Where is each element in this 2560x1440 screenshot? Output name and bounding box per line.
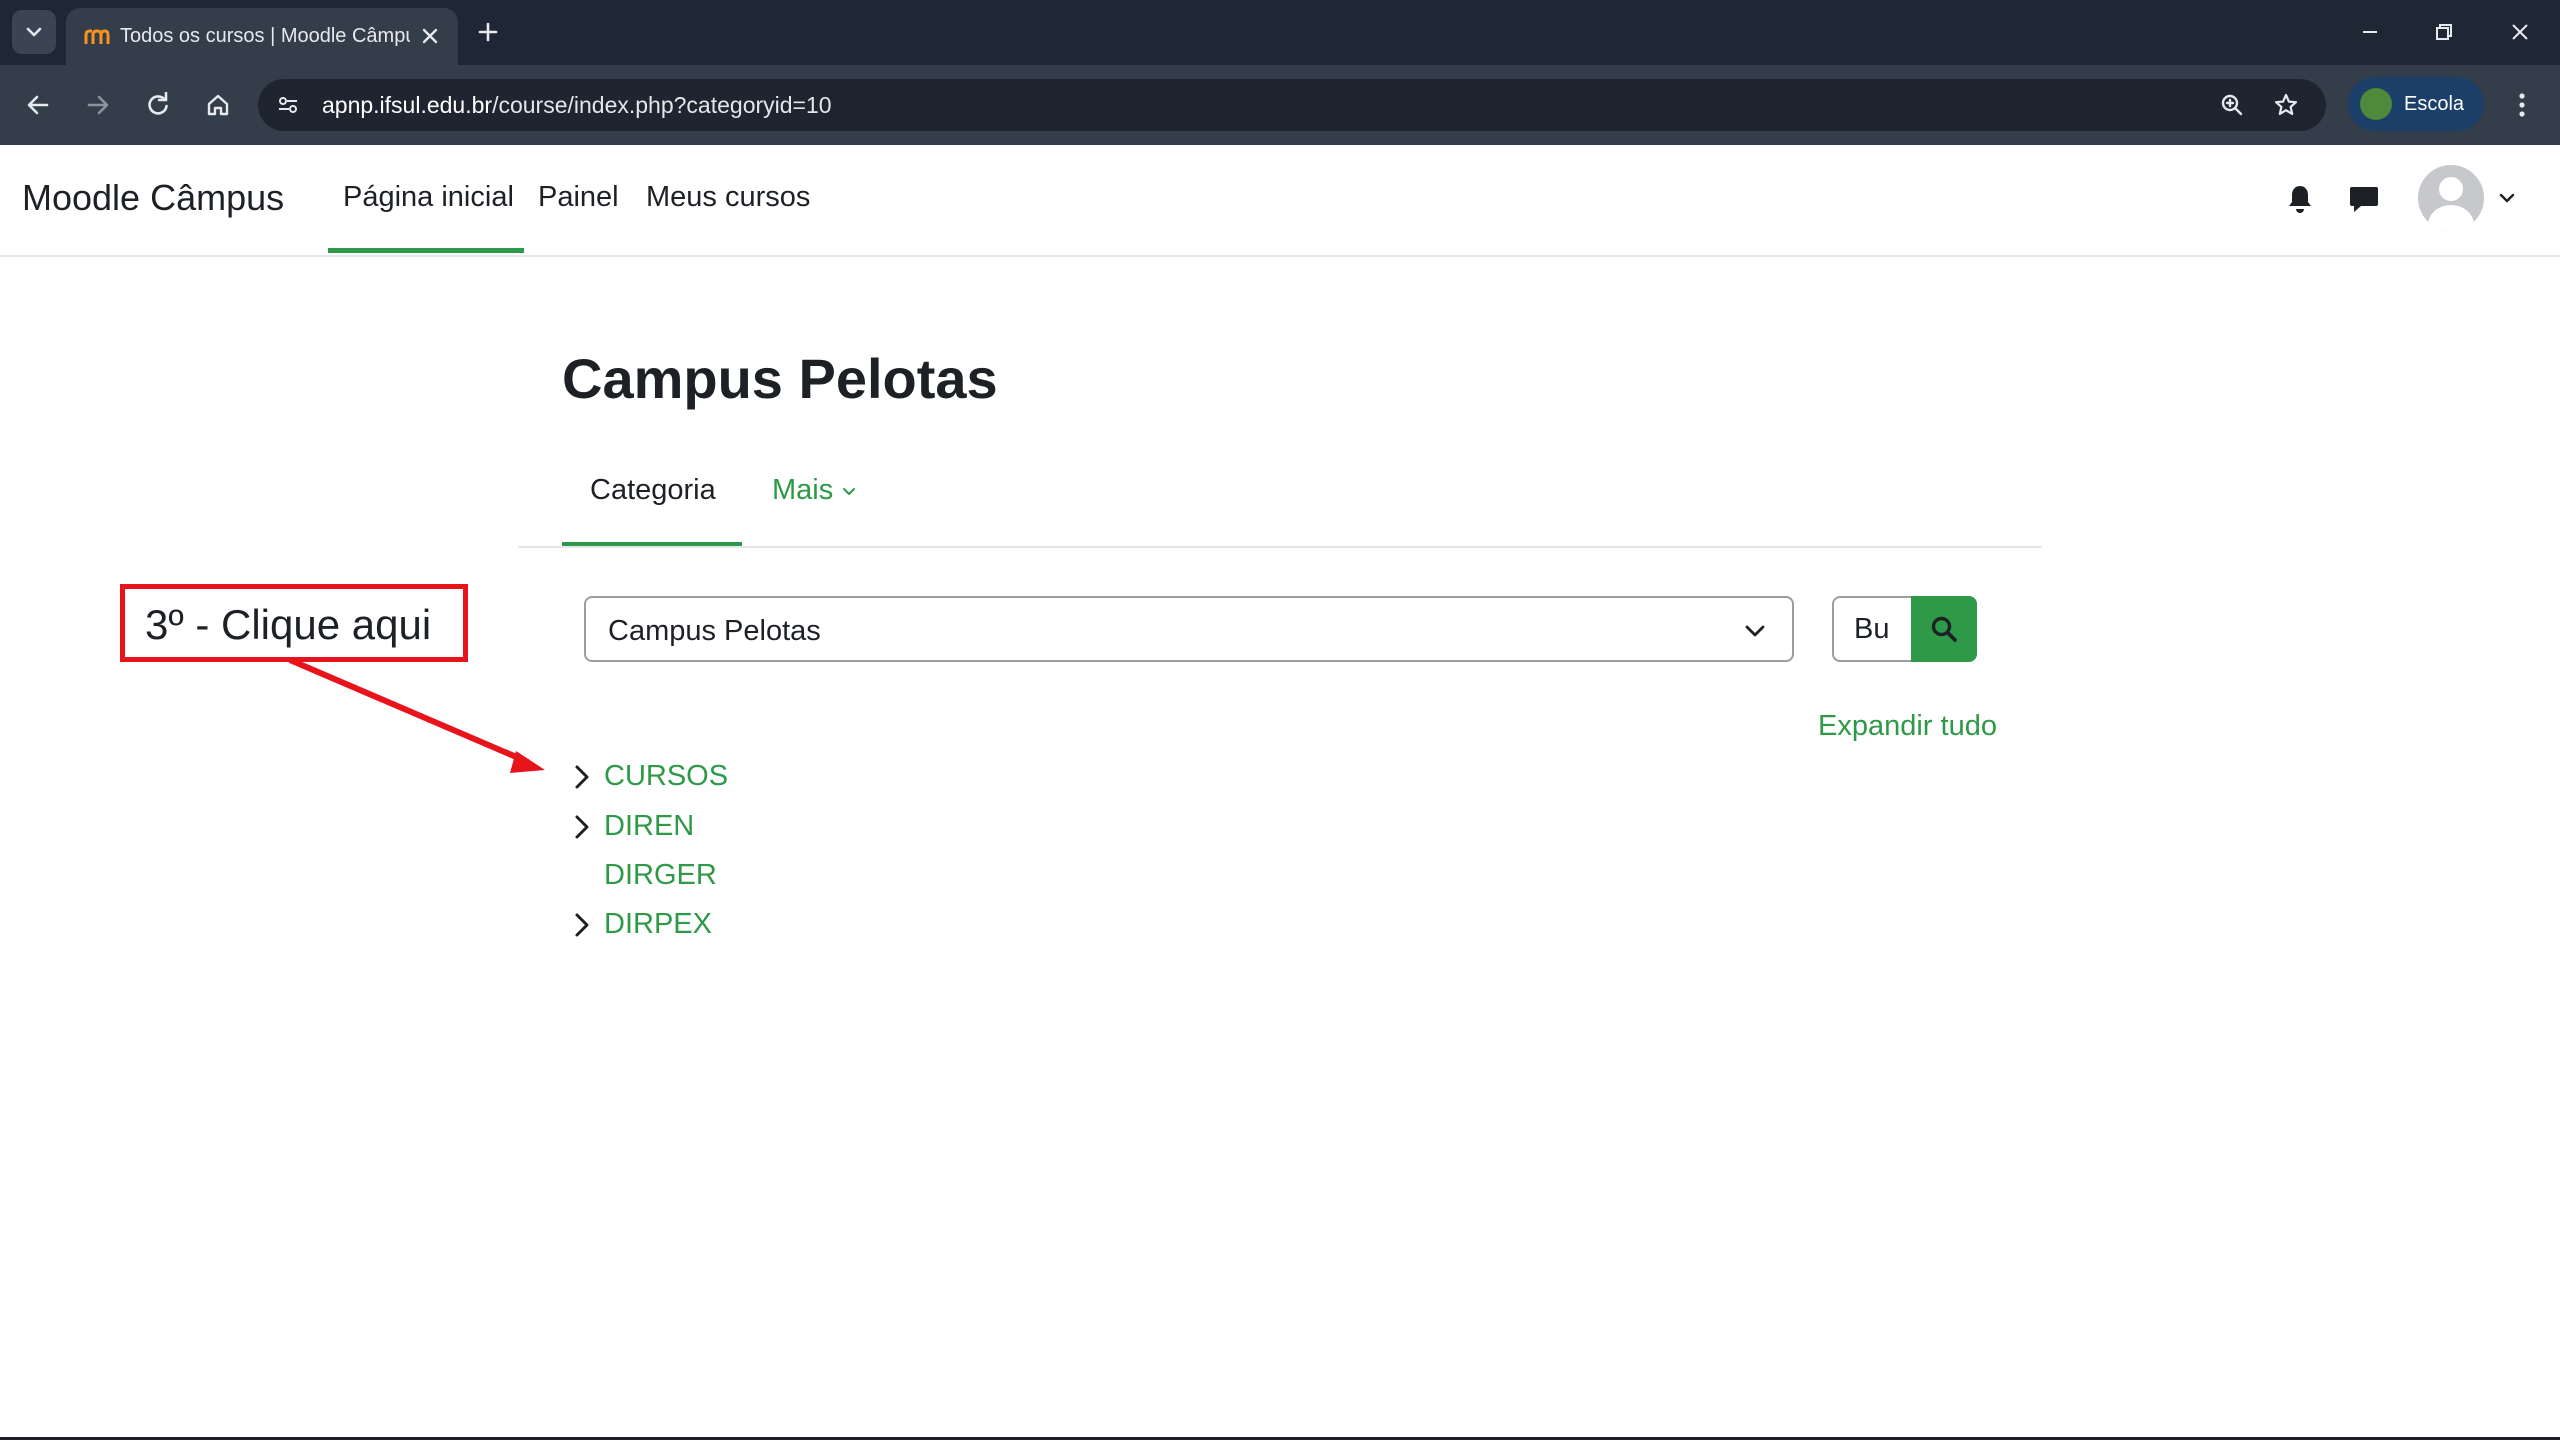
tabs-divider bbox=[518, 546, 2042, 548]
reload-icon bbox=[148, 92, 168, 115]
profile-button[interactable]: Escola bbox=[2348, 77, 2484, 131]
chevron-right-icon bbox=[575, 765, 589, 789]
browser-menu-button[interactable] bbox=[2502, 85, 2542, 125]
category-link-cursos[interactable]: CURSOS bbox=[604, 760, 728, 793]
chat-icon bbox=[2350, 187, 2378, 212]
url-host: apnp.ifsul.edu.br bbox=[322, 92, 493, 118]
category-link-diren[interactable]: DIREN bbox=[604, 810, 694, 843]
new-tab-button[interactable] bbox=[472, 16, 504, 48]
minimize-icon bbox=[2363, 31, 2377, 33]
category-expand-toggle[interactable] bbox=[568, 812, 596, 842]
chevron-down-icon bbox=[1745, 625, 1765, 637]
category-select-value: Campus Pelotas bbox=[608, 615, 821, 647]
zoom-icon bbox=[2221, 94, 2243, 116]
home-icon bbox=[207, 94, 229, 116]
nav-link-pagina-inicial[interactable]: Página inicial bbox=[343, 181, 514, 214]
restore-button[interactable] bbox=[2424, 14, 2464, 50]
tune-icon bbox=[279, 97, 297, 113]
chevron-down-icon bbox=[2499, 193, 2515, 203]
star-icon bbox=[2274, 93, 2298, 115]
annotation-callout: 3º - Clique aqui bbox=[120, 584, 468, 662]
browser-tab-active[interactable]: Todos os cursos | Moodle Câmpus bbox=[66, 8, 458, 65]
course-search-input[interactable] bbox=[1832, 596, 1912, 662]
minimize-button[interactable] bbox=[2350, 14, 2390, 50]
search-icon bbox=[1931, 616, 1957, 642]
chevron-right-icon bbox=[575, 913, 589, 937]
tab-title: Todos os cursos | Moodle Câmpus bbox=[120, 25, 410, 47]
home-button[interactable] bbox=[198, 85, 238, 125]
annotation-text: 3º - Clique aqui bbox=[145, 601, 432, 648]
category-link-dirger[interactable]: DIRGER bbox=[604, 859, 717, 892]
restore-icon bbox=[2436, 24, 2452, 40]
active-nav-indicator bbox=[328, 248, 524, 253]
nav-link-painel[interactable]: Painel bbox=[538, 181, 619, 214]
chevron-right-icon bbox=[575, 815, 589, 839]
plus-icon bbox=[478, 22, 498, 42]
bell-icon bbox=[2289, 186, 2311, 213]
user-menu-toggle[interactable] bbox=[2494, 185, 2520, 211]
profile-avatar bbox=[2360, 88, 2392, 120]
close-icon bbox=[422, 28, 438, 44]
messages-button[interactable] bbox=[2344, 179, 2384, 219]
kebab-icon bbox=[2519, 93, 2525, 117]
category-link-dirpex[interactable]: DIRPEX bbox=[604, 908, 712, 941]
address-bar[interactable]: apnp.ifsul.edu.br/course/index.php?categ… bbox=[258, 79, 2326, 131]
chevron-down-icon bbox=[843, 488, 856, 496]
site-info-button[interactable] bbox=[270, 87, 306, 123]
category-select[interactable]: Campus Pelotas bbox=[584, 596, 1794, 662]
notifications-button[interactable] bbox=[2280, 179, 2320, 219]
site-brand[interactable]: Moodle Câmpus bbox=[22, 177, 284, 219]
close-icon bbox=[2512, 24, 2528, 40]
moodle-icon bbox=[84, 29, 110, 44]
forward-button[interactable] bbox=[78, 85, 118, 125]
url-path: /course/index.php?categoryid=10 bbox=[492, 92, 832, 118]
zoom-button[interactable] bbox=[2214, 87, 2250, 123]
category-expand-toggle[interactable] bbox=[568, 762, 596, 792]
expand-all-link[interactable]: Expandir tudo bbox=[1818, 710, 1997, 743]
browser-toolbar: apnp.ifsul.edu.br/course/index.php?categ… bbox=[0, 65, 2560, 145]
nav-link-meus-cursos[interactable]: Meus cursos bbox=[646, 181, 810, 214]
tab-search-button[interactable] bbox=[12, 10, 56, 54]
close-window-button[interactable] bbox=[2500, 14, 2540, 50]
course-search-button[interactable] bbox=[1911, 596, 1977, 662]
avatar-body bbox=[2428, 205, 2474, 231]
profile-label: Escola bbox=[2404, 93, 2465, 115]
category-expand-toggle[interactable] bbox=[568, 910, 596, 940]
tab-close-button[interactable] bbox=[416, 22, 444, 50]
back-button[interactable] bbox=[18, 85, 58, 125]
chevron-down-icon bbox=[26, 27, 42, 37]
user-avatar[interactable] bbox=[2418, 165, 2484, 231]
browser-tabstrip: Todos os cursos | Moodle Câmpus bbox=[0, 0, 2560, 65]
bookmark-button[interactable] bbox=[2268, 87, 2304, 123]
url-text: apnp.ifsul.edu.br/course/index.php?categ… bbox=[322, 92, 832, 119]
moodle-navbar: Moodle Câmpus Página inicial Painel Meus… bbox=[0, 145, 2560, 257]
arrow-right-icon bbox=[87, 95, 109, 115]
tab-mais-label: Mais bbox=[772, 474, 834, 506]
page-title: Campus Pelotas bbox=[562, 347, 998, 410]
arrow-left-icon bbox=[27, 95, 49, 115]
tab-categoria[interactable]: Categoria bbox=[590, 474, 716, 507]
reload-button[interactable] bbox=[138, 85, 178, 125]
tab-mais[interactable]: Mais bbox=[772, 474, 857, 507]
avatar-head bbox=[2439, 177, 2463, 201]
select-caret bbox=[1740, 616, 1770, 646]
